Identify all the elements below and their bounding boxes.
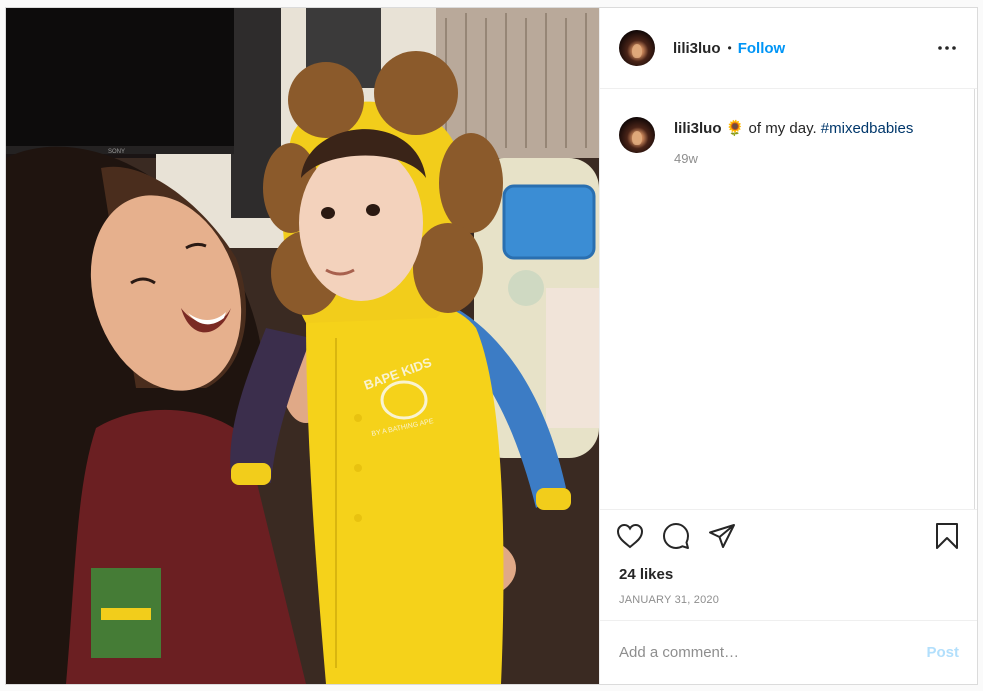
- comments-scrollbar[interactable]: [974, 89, 975, 509]
- comment-icon: [663, 523, 689, 549]
- bookmark-icon: [936, 523, 958, 549]
- post-header: lili3luo • Follow: [600, 8, 977, 89]
- heart-icon: [616, 523, 644, 549]
- add-comment-bar: Post: [600, 621, 977, 684]
- caption-timestamp[interactable]: 49w: [674, 151, 913, 166]
- caption-body: lili3luo 🌻 of my day. #mixedbabies 49w: [674, 115, 913, 166]
- follow-button[interactable]: Follow: [738, 40, 786, 57]
- more-options-button[interactable]: [935, 36, 959, 60]
- sunflower-emoji: 🌻: [725, 120, 745, 137]
- header-username[interactable]: lili3luo: [673, 40, 721, 57]
- comments-section[interactable]: lili3luo 🌻 of my day. #mixedbabies 49w: [600, 89, 977, 510]
- post-date[interactable]: JANUARY 31, 2020: [600, 588, 977, 621]
- caption-avatar[interactable]: [619, 117, 655, 153]
- caption-message: of my day.: [744, 120, 821, 137]
- like-button[interactable]: [616, 522, 644, 550]
- likes-count[interactable]: 24 likes: [600, 562, 977, 588]
- send-icon: [709, 524, 735, 548]
- post-side-panel: lili3luo • Follow lili3luo 🌻 of my day. …: [599, 8, 977, 684]
- hashtag-link[interactable]: #mixedbabies: [821, 120, 914, 137]
- action-bar: [600, 510, 977, 562]
- comment-button[interactable]: [662, 522, 690, 550]
- more-horizontal-icon: [938, 46, 956, 50]
- user-avatar[interactable]: [619, 30, 655, 66]
- share-button[interactable]: [708, 522, 736, 550]
- caption-text: lili3luo 🌻 of my day. #mixedbabies: [674, 119, 913, 139]
- post-photo[interactable]: SONY BAPE KIDS BY A BATHING APE: [6, 8, 599, 684]
- tv-brand-text: SONY: [108, 149, 125, 155]
- save-button[interactable]: [933, 522, 961, 550]
- caption-username[interactable]: lili3luo: [674, 120, 722, 137]
- post-card: SONY BAPE KIDS BY A BATHING APE lili3luo…: [5, 7, 978, 685]
- comment-input[interactable]: [619, 644, 927, 661]
- post-photo-illustration: SONY BAPE KIDS BY A BATHING APE: [6, 8, 599, 684]
- post-comment-button[interactable]: Post: [926, 644, 959, 661]
- caption: lili3luo 🌻 of my day. #mixedbabies 49w: [619, 115, 961, 166]
- header-separator: •: [727, 41, 732, 55]
